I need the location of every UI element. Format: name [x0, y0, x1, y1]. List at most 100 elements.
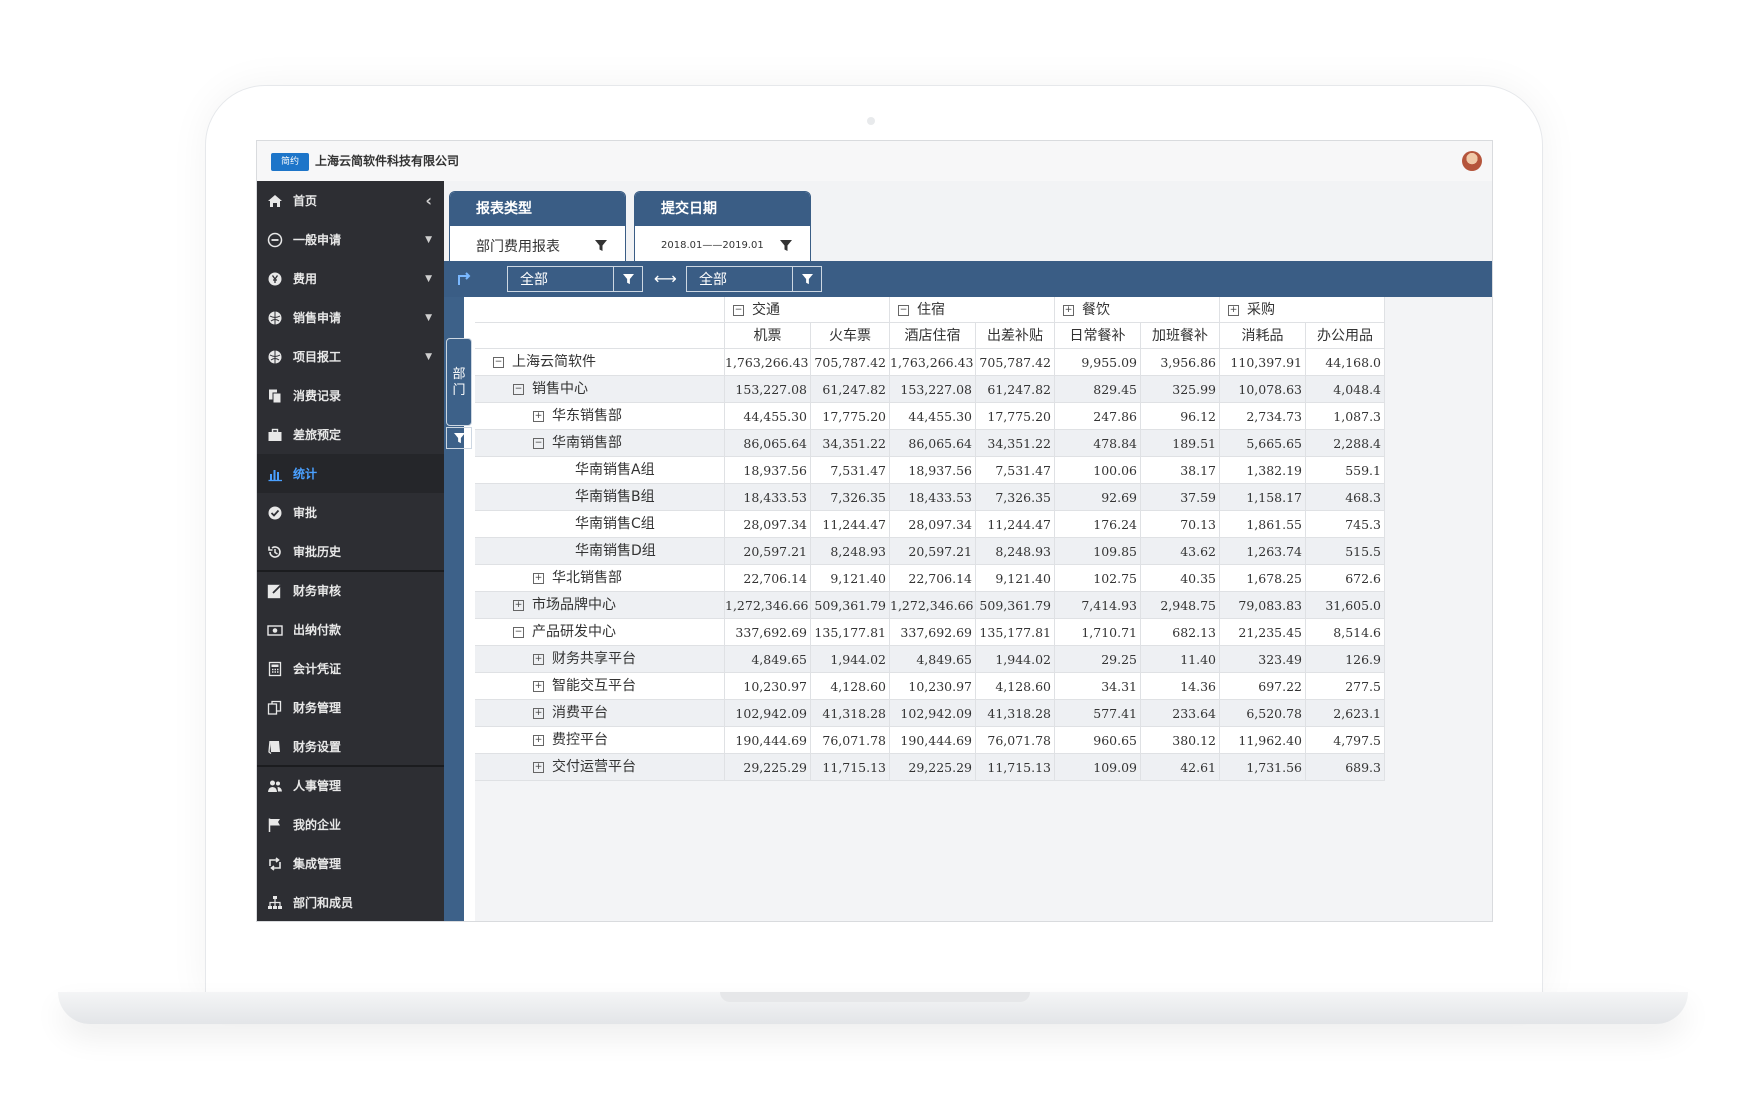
collapse-icon[interactable]: − — [733, 304, 744, 316]
expand-icon[interactable]: + — [513, 599, 524, 611]
table-row-label[interactable]: + 财务共享平台 — [475, 646, 725, 673]
sidebar: 首页 ‹ 一般申请 ▼ 费用 ▼ 销售申请 ▼ 项目报工 ▼ 消费记录 差旅预定 统计 审批 审批历史 财务审… — [257, 181, 444, 921]
table-corner — [475, 323, 725, 349]
collapse-icon[interactable]: − — [533, 437, 544, 449]
table-row-label[interactable]: + 费控平台 — [475, 727, 725, 754]
column-group-header[interactable]: − 交通 — [725, 297, 890, 323]
table-cell: 135,177.81 — [811, 619, 890, 646]
sidebar-item-2[interactable]: 费用 ▼ — [257, 259, 444, 298]
collapse-icon[interactable]: − — [513, 626, 524, 638]
sidebar-item-5[interactable]: 消费记录 — [257, 376, 444, 415]
sidebar-item-label: 财务审核 — [293, 584, 342, 598]
report-type-filter[interactable]: 报表类型 部门费用报表 — [449, 191, 626, 263]
collapse-icon[interactable]: − — [898, 304, 909, 316]
column-header[interactable]: 消耗品 — [1220, 323, 1306, 349]
department-name: 产品研发中心 — [532, 624, 616, 640]
table-row-label[interactable]: + 智能交互平台 — [475, 673, 725, 700]
expand-icon[interactable]: + — [533, 410, 544, 422]
table-row-label[interactable]: + 消费平台 — [475, 700, 725, 727]
column-header[interactable]: 加班餐补 — [1141, 323, 1220, 349]
table-row-label[interactable]: − 产品研发中心 — [475, 619, 725, 646]
sidebar-item-1[interactable]: 一般申请 ▼ — [257, 220, 444, 259]
column-header[interactable]: 机票 — [725, 323, 811, 349]
table-cell: 14.36 — [1141, 673, 1220, 700]
sidebar-item-8[interactable]: 审批 — [257, 493, 444, 532]
table-row-label[interactable]: − 华南销售部 — [475, 430, 725, 457]
table-cell: 2,623.1 — [1306, 700, 1385, 727]
collapse-icon[interactable]: − — [513, 383, 524, 395]
sidebar-item-0[interactable]: 首页 ‹ — [257, 181, 444, 220]
sidebar-item-15[interactable]: 人事管理 — [257, 766, 444, 805]
expand-icon[interactable]: + — [1228, 304, 1239, 316]
caret-down-icon: ▼ — [425, 234, 432, 245]
table-cell: 8,248.93 — [976, 538, 1055, 565]
top-bar: 简约 上海云简软件科技有限公司 — [257, 141, 1492, 182]
swap-axes-icon[interactable] — [456, 270, 474, 288]
table-cell: 7,326.35 — [976, 484, 1055, 511]
sidebar-item-4[interactable]: 项目报工 ▼ — [257, 337, 444, 376]
sidebar-item-18[interactable]: 部门和成员 — [257, 883, 444, 921]
expand-icon[interactable]: + — [533, 707, 544, 719]
sidebar-item-13[interactable]: 财务管理 — [257, 688, 444, 727]
table-row-label[interactable]: − 销售中心 — [475, 376, 725, 403]
department-filter-button[interactable] — [446, 427, 472, 449]
table-row-label[interactable]: − 上海云简软件 — [475, 349, 725, 376]
column-group-header[interactable]: − 住宿 — [890, 297, 1055, 323]
table-cell: 18,433.53 — [725, 484, 811, 511]
funnel-icon[interactable] — [595, 240, 607, 252]
sidebar-item-17[interactable]: 集成管理 — [257, 844, 444, 883]
sidebar-item-12[interactable]: 会计凭证 — [257, 649, 444, 688]
table-row-label[interactable]: + 华东销售部 — [475, 403, 725, 430]
table-cell: 689.3 — [1306, 754, 1385, 781]
table-cell: 100.06 — [1055, 457, 1141, 484]
sidebar-item-7[interactable]: 统计 — [257, 454, 444, 493]
expand-icon[interactable]: + — [533, 680, 544, 692]
table-row-label[interactable]: + 华北销售部 — [475, 565, 725, 592]
sidebar-item-16[interactable]: 我的企业 — [257, 805, 444, 844]
expand-icon[interactable]: + — [533, 572, 544, 584]
column-header[interactable]: 酒店住宿 — [890, 323, 976, 349]
sidebar-item-label: 人事管理 — [293, 779, 342, 793]
table-cell: 11,962.40 — [1220, 727, 1306, 754]
sidebar-item-9[interactable]: 审批历史 — [257, 532, 444, 571]
row-filter-button[interactable] — [792, 267, 821, 291]
table-cell: 34.31 — [1055, 673, 1141, 700]
expand-icon[interactable]: + — [533, 653, 544, 665]
sidebar-item-6[interactable]: 差旅预定 — [257, 415, 444, 454]
column-filter-button[interactable] — [613, 267, 642, 291]
column-filter-select[interactable]: 全部 — [507, 266, 643, 292]
expand-icon[interactable]: + — [1063, 304, 1074, 316]
company-logo[interactable]: 简约 — [271, 153, 309, 171]
column-group-header[interactable]: + 餐饮 — [1055, 297, 1220, 323]
table-row-label[interactable]: + 交付运营平台 — [475, 754, 725, 781]
expand-icon[interactable]: + — [533, 761, 544, 773]
column-header[interactable]: 办公用品 — [1306, 323, 1385, 349]
submit-date-filter[interactable]: 提交日期 2018.01——2019.01 — [634, 191, 811, 263]
department-axis-label[interactable]: 部 门 — [446, 338, 472, 426]
sidebar-item-label: 项目报工 — [293, 350, 342, 364]
sidebar-item-label: 费用 — [293, 272, 318, 286]
table-row-label[interactable]: + 市场品牌中心 — [475, 592, 725, 619]
sidebar-item-3[interactable]: 销售申请 ▼ — [257, 298, 444, 337]
collapse-chevron-icon[interactable]: ‹ — [425, 191, 432, 210]
table-cell: 233.64 — [1141, 700, 1220, 727]
sidebar-item-10[interactable]: 财务审核 — [257, 571, 444, 610]
table-cell: 1,382.19 — [1220, 457, 1306, 484]
column-header[interactable]: 日常餐补 — [1055, 323, 1141, 349]
table-cell: 37.59 — [1141, 484, 1220, 511]
sidebar-item-14[interactable]: 财务设置 — [257, 727, 444, 766]
yen-circle-icon — [267, 271, 283, 287]
column-header[interactable]: 出差补贴 — [976, 323, 1055, 349]
user-avatar[interactable] — [1462, 151, 1482, 171]
funnel-icon[interactable] — [780, 240, 792, 252]
briefcase-icon — [267, 427, 283, 443]
column-header[interactable]: 火车票 — [811, 323, 890, 349]
expand-icon[interactable]: + — [533, 734, 544, 746]
column-group-header[interactable]: + 采购 — [1220, 297, 1385, 323]
table-cell: 9,955.09 — [1055, 349, 1141, 376]
table-cell: 11,715.13 — [976, 754, 1055, 781]
sidebar-item-11[interactable]: 出纳付款 — [257, 610, 444, 649]
row-filter-select[interactable]: 全部 — [686, 266, 822, 292]
collapse-icon[interactable]: − — [493, 356, 504, 368]
table-cell: 1,263.74 — [1220, 538, 1306, 565]
